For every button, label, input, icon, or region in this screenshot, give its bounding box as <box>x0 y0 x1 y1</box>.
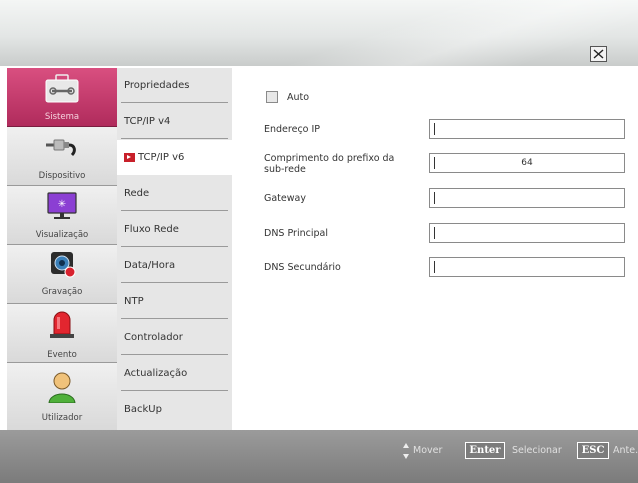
settings-form: Auto Endereço IP Comprimento do prefixo … <box>232 68 638 430</box>
submenu-label: Fluxo Rede <box>124 224 179 235</box>
field-label: DNS Principal <box>264 228 328 239</box>
submenu-label: TCP/IP v4 <box>124 116 171 127</box>
category-sidebar: Sistema Dispositivo ✳ Visualização Grava… <box>7 68 117 430</box>
category-label: Evento <box>47 350 77 360</box>
submenu-label: Actualização <box>124 368 188 379</box>
submenu-item-fluxo-rede[interactable]: Fluxo Rede <box>117 212 232 247</box>
prefix-length-field[interactable]: 64 <box>429 153 625 173</box>
up-down-arrows-icon <box>403 443 409 459</box>
submenu-item-ntp[interactable]: NTP <box>117 284 232 319</box>
submenu-list: Propriedades TCP/IP v4 TCP/IP v6 Rede Fl… <box>117 68 232 430</box>
submenu-item-rede[interactable]: Rede <box>117 176 232 211</box>
category-dispositivo[interactable]: Dispositivo <box>7 127 117 186</box>
submenu-item-tcpip-v6[interactable]: TCP/IP v6 <box>117 140 232 175</box>
field-label: Endereço IP <box>264 124 321 135</box>
back-hint: Ante. <box>613 445 638 456</box>
category-sistema[interactable]: Sistema <box>7 68 117 127</box>
category-label: Dispositivo <box>38 171 86 181</box>
category-visualizacao[interactable]: ✳ Visualização <box>7 186 117 245</box>
user-icon <box>48 372 76 403</box>
auto-label: Auto <box>287 91 310 103</box>
auto-checkbox[interactable] <box>266 91 278 103</box>
field-label: Gateway <box>264 193 306 204</box>
camera-record-icon <box>51 252 76 278</box>
submenu-label: TCP/IP v6 <box>138 152 185 163</box>
submenu-label: Propriedades <box>124 80 190 91</box>
category-evento[interactable]: Evento <box>7 304 117 363</box>
dns-secondary-field[interactable] <box>429 257 625 277</box>
field-label: DNS Secundário <box>264 262 341 273</box>
select-hint: Selecionar <box>512 445 562 456</box>
submenu-item-backup[interactable]: BackUp <box>117 392 232 427</box>
field-value: 64 <box>521 158 533 168</box>
submenu-item-tcpip-v4[interactable]: TCP/IP v4 <box>117 104 232 139</box>
submenu-label: BackUp <box>124 404 162 415</box>
monitor-icon: ✳ <box>47 192 77 219</box>
ip-address-field[interactable] <box>429 119 625 139</box>
close-icon <box>593 49 604 59</box>
title-bar <box>0 0 638 66</box>
category-label: Gravação <box>41 287 83 297</box>
submenu-item-actualizacao[interactable]: Actualização <box>117 356 232 391</box>
esc-key: ESC <box>577 442 609 459</box>
category-label: Utilizador <box>41 413 83 423</box>
toolbox-icon <box>45 74 79 103</box>
move-hint: Mover <box>413 445 443 456</box>
close-button[interactable] <box>590 46 607 62</box>
category-label: Sistema <box>44 112 80 122</box>
category-label: Visualização <box>35 230 89 240</box>
submenu-label: Data/Hora <box>124 260 176 271</box>
submenu-item-data-hora[interactable]: Data/Hora <box>117 248 232 283</box>
category-gravacao[interactable]: Gravação <box>7 245 117 304</box>
submenu-label: NTP <box>124 296 144 307</box>
selection-arrow-icon <box>124 153 135 162</box>
submenu-item-controlador[interactable]: Controlador <box>117 320 232 355</box>
category-utilizador[interactable]: Utilizador <box>7 363 117 430</box>
hint-bar: Mover Enter Selecionar ESC Ante. <box>0 430 638 483</box>
enter-key: Enter <box>465 442 505 459</box>
gateway-field[interactable] <box>429 188 625 208</box>
svg-text:✳: ✳ <box>58 199 66 210</box>
dns-primary-field[interactable] <box>429 223 625 243</box>
field-label: Comprimento do prefixo da sub-rede <box>264 153 395 175</box>
cable-plug-icon <box>46 139 76 157</box>
submenu-label: Controlador <box>124 332 183 343</box>
alarm-siren-icon <box>50 311 74 338</box>
submenu-label: Rede <box>124 188 150 199</box>
submenu-item-propriedades[interactable]: Propriedades <box>117 68 232 103</box>
auto-checkbox-row: Auto <box>266 91 309 103</box>
